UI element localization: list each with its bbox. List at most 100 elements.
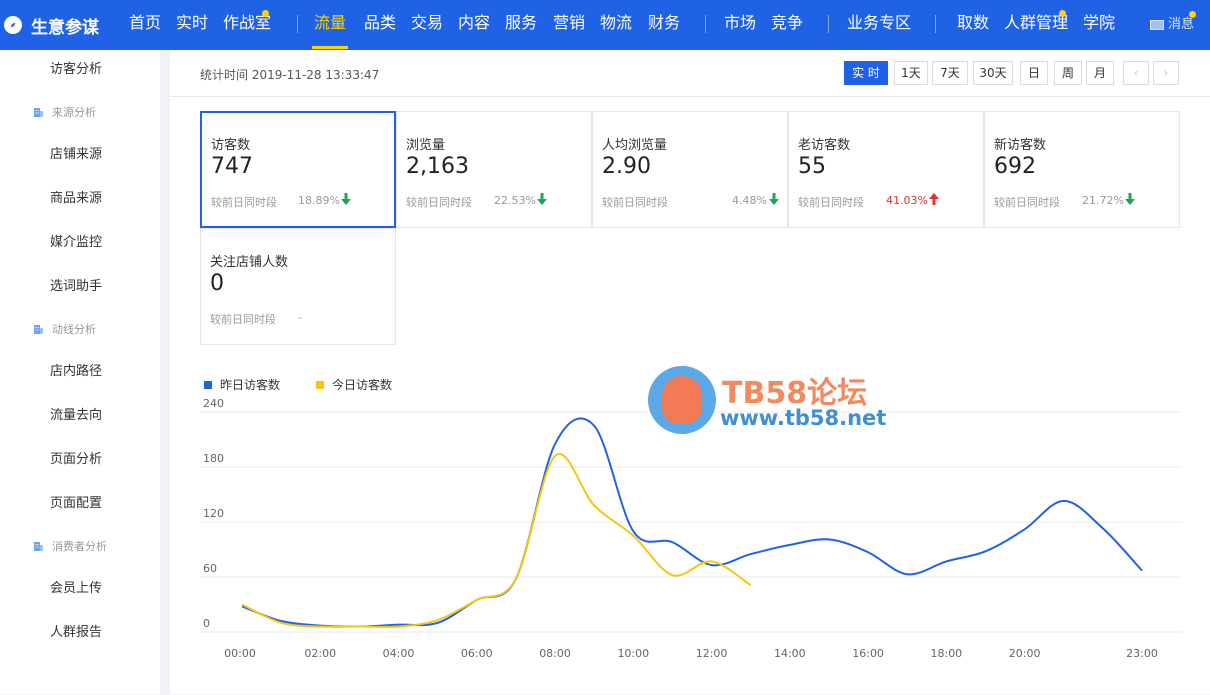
sidebar-item[interactable]: 访客分析 (0, 50, 160, 90)
compass-icon (4, 16, 22, 34)
toolbar: 统计时间 2019-11-28 13:33:47 实 时 1天 7天 30天日周月 ‹ › (170, 50, 1210, 97)
range-button[interactable]: 周 (1054, 61, 1082, 85)
brand[interactable]: 生意参谋 (0, 0, 120, 50)
metric-change: 21.72% (1082, 194, 1124, 207)
range-button[interactable]: 日 (1020, 61, 1048, 85)
arrow-down-icon (768, 193, 779, 205)
legend-today[interactable]: 今日访客数 (316, 376, 392, 393)
metric-change: 18.89% (298, 194, 340, 207)
x-tick-label: 23:00 (1126, 647, 1158, 660)
nav-item-7[interactable]: 服务 (505, 0, 537, 50)
nav-item-12[interactable]: 竞争 (771, 0, 803, 50)
metric-value: 55 (798, 154, 826, 179)
legend-swatch-today (316, 380, 324, 389)
x-tick-label: 06:00 (461, 647, 493, 660)
nav-item-5[interactable]: 交易 (411, 0, 443, 50)
sidebar-item[interactable]: 人群报告 (0, 613, 160, 653)
nav-item-16[interactable]: 学院 (1083, 0, 1115, 50)
metric-value: 747 (211, 154, 253, 179)
metric-label: 浏览量 (406, 138, 446, 153)
sidebar-item[interactable]: 会员上传 (0, 569, 160, 609)
x-tick-label: 00:00 (224, 647, 256, 660)
metric-card[interactable]: 关注店铺人数 0 较前日同时段 - (200, 228, 396, 345)
nav-item-9[interactable]: 物流 (600, 0, 632, 50)
nav-item-4[interactable]: 品类 (364, 0, 396, 50)
range-button[interactable]: ‹ (1123, 61, 1149, 85)
legend-label-today: 今日访客数 (332, 378, 393, 392)
x-tick-label: 14:00 (774, 647, 806, 660)
metric-card[interactable]: 老访客数 55 较前日同时段 41.03% (788, 111, 984, 228)
nav-separator (935, 15, 936, 33)
range-button[interactable]: 实 时 (844, 61, 888, 85)
sidebar-item[interactable]: 商品来源 (0, 179, 160, 219)
nav-notification-dot (1059, 10, 1066, 17)
nav-notification-dot (262, 10, 269, 17)
series-line-today[interactable] (241, 453, 752, 628)
range-button[interactable]: › (1153, 61, 1179, 85)
app-title: 生意参谋 (31, 17, 99, 38)
nav-item-1[interactable]: 实时 (176, 0, 208, 50)
x-tick-label: 02:00 (304, 647, 336, 660)
range-button[interactable]: 月 (1086, 61, 1114, 85)
arrow-down-icon (537, 193, 547, 205)
x-tick-label: 12:00 (696, 647, 728, 660)
metric-label: 新访客数 (994, 138, 1047, 153)
sidebar-item[interactable]: 页面配置 (0, 484, 160, 524)
arrow-down-icon (1125, 193, 1135, 205)
nav-item-3[interactable]: 流量 (311, 0, 349, 50)
metric-change: - (298, 311, 302, 324)
notification-dot (1189, 11, 1197, 18)
nav-item-14[interactable]: 取数 (957, 0, 989, 50)
sidebar: 访客分析来源分析店铺来源 商品来源 媒介监控 选词助手动线分析店内路径 流量去向 页面分析… (0, 50, 160, 694)
metric-compare-label: 较前日同时段 (798, 196, 864, 209)
building-icon (34, 325, 43, 334)
sidebar-item[interactable]: 媒介监控 (0, 223, 160, 263)
range-button[interactable]: 7天 (932, 61, 968, 85)
nav-separator (828, 15, 829, 33)
metric-change: 22.53% (494, 194, 536, 207)
watermark-logo (648, 366, 716, 434)
metric-card[interactable]: 新访客数 692 较前日同时段 21.72% (984, 111, 1180, 228)
metric-compare-label: 较前日同时段 (210, 313, 276, 326)
nav-item-10[interactable]: 财务 (648, 0, 680, 50)
metric-compare-label: 较前日同时段 (406, 196, 472, 209)
sidebar-group-label: 动线分析 (52, 323, 96, 336)
nav-item-8[interactable]: 营销 (553, 0, 585, 50)
arrow-down-icon (341, 193, 351, 205)
nav-item-15[interactable]: 人群管理 (1004, 0, 1068, 50)
nav-item-2[interactable]: 作战室 (223, 0, 271, 50)
building-icon (34, 542, 43, 551)
sidebar-item[interactable]: 店内路径 (0, 352, 160, 392)
mail-icon (1150, 20, 1164, 30)
x-tick-label: 04:00 (383, 647, 415, 660)
x-tick-label: 20:00 (1009, 647, 1041, 660)
messages-label: 消息 (1168, 17, 1195, 32)
nav-separator (297, 15, 298, 33)
y-tick-label: 180 (203, 452, 224, 465)
watermark-url: www.tb58.net (720, 406, 887, 430)
sidebar-group-label: 来源分析 (52, 106, 96, 119)
nav-item-6[interactable]: 内容 (458, 0, 490, 50)
metric-card[interactable]: 浏览量 2,163 较前日同时段 22.53% (396, 111, 592, 228)
sidebar-item[interactable]: 店铺来源 (0, 135, 160, 175)
nav-item-11[interactable]: 市场 (724, 0, 756, 50)
sidebar-item[interactable]: 选词助手 (0, 267, 160, 307)
legend-yesterday[interactable]: 昨日访客数 (204, 376, 280, 393)
y-tick-label: 0 (203, 617, 210, 630)
nav-item-13[interactable]: 业务专区 (847, 0, 911, 50)
range-button[interactable]: 30天 (973, 61, 1013, 85)
y-tick-label: 120 (203, 507, 224, 520)
sidebar-group: 来源分析 (0, 93, 160, 133)
main-panel: 统计时间 2019-11-28 13:33:47 实 时 1天 7天 30天日周月 ‹ ›… (170, 50, 1210, 694)
sidebar-group-label: 消费者分析 (52, 540, 107, 553)
range-button[interactable]: 1天 (894, 61, 928, 85)
metric-card[interactable]: 人均浏览量 2.90 较前日同时段 4.48% (592, 111, 788, 228)
metric-change: 41.03% (886, 194, 928, 207)
nav-item-0[interactable]: 首页 (129, 0, 161, 50)
sidebar-item[interactable]: 流量去向 (0, 396, 160, 436)
metric-card[interactable]: 访客数 747 较前日同时段 18.89% (200, 111, 396, 228)
messages-button[interactable]: 消息 (1150, 0, 1197, 50)
forum-watermark: TB58论坛 www.tb58.net (648, 366, 908, 436)
arrow-up-icon (929, 193, 939, 205)
sidebar-item[interactable]: 页面分析 (0, 440, 160, 480)
